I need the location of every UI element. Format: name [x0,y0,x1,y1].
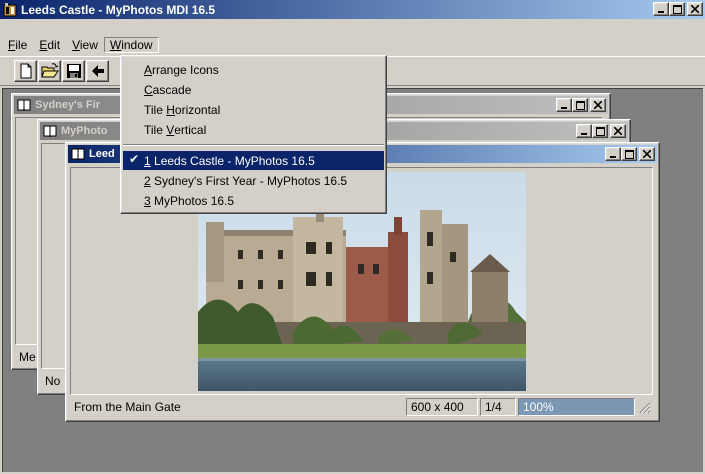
main-title-bar[interactable]: Leeds Castle - MyPhotos MDI 16.5 [0,0,705,19]
menu-item-window-1[interactable]: ✔ 1 Leeds Castle - MyPhotos 16.5 [123,151,384,170]
child-minimize-button[interactable] [556,98,572,112]
child-close-button[interactable] [610,124,626,138]
child-maximize-button[interactable] [572,98,588,112]
book-icon [70,146,86,162]
new-document-icon [20,63,31,79]
zoom-progress-label: 100% [523,400,554,414]
menu-file[interactable]: File [2,37,33,53]
menu-bar: File Edit View Window [0,35,705,55]
menu-item-cascade[interactable]: Cascade [123,80,384,99]
status-text-sydney: Me [19,350,36,364]
menu-item-arrange-icons[interactable]: Arrange Icons [123,60,384,79]
maximize-icon [575,100,585,110]
close-button[interactable] [687,2,703,16]
child-minimize-button[interactable] [605,147,621,161]
maximize-button[interactable] [669,2,685,16]
size-grip-icon[interactable] [637,400,651,414]
checkmark-icon: ✔ [129,152,140,166]
child-title-myphotos: MyPhoto [61,125,108,137]
menu-window[interactable]: Window [103,37,159,53]
menu-view[interactable]: View [66,37,104,53]
open-button[interactable] [38,60,61,82]
minimize-icon [610,156,616,158]
maximize-icon [624,149,634,159]
new-button[interactable] [14,60,37,82]
menu-edit[interactable]: Edit [33,37,66,53]
status-text-myphotos: No [45,374,61,388]
main-title: Leeds Castle - MyPhotos MDI 16.5 [21,2,216,17]
status-zoom-progress: 100% [518,398,635,416]
child-maximize-button[interactable] [621,147,637,161]
menu-item-window-2[interactable]: 2 Sydney's First Year - MyPhotos 16.5 [123,171,384,190]
close-icon [594,101,602,109]
maximize-icon [672,4,682,14]
save-disk-icon [66,64,81,78]
status-caption: From the Main Gate [74,400,181,414]
child-title-sydney: Sydney's Fir [35,99,100,111]
menu-item-tile-vertical[interactable]: Tile Vertical [123,120,384,139]
status-bar-leeds: From the Main Gate 600 x 400 1/4 100% [70,397,653,417]
window-menu-dropdown: Arrange Icons Cascade Tile Horizontal Ti… [120,55,387,214]
minimize-button[interactable] [653,2,669,16]
book-icon [42,123,58,139]
arrow-left-icon [91,65,104,77]
close-icon [614,127,622,135]
minimize-icon [581,133,587,135]
child-title-leeds: Leed [89,148,115,160]
menu-item-window-3[interactable]: 3 MyPhotos 16.5 [123,191,384,210]
minimize-icon [658,11,664,13]
close-icon [691,5,699,13]
menu-item-tile-horizontal[interactable]: Tile Horizontal [123,100,384,119]
minimize-icon [561,107,567,109]
child-maximize-button[interactable] [592,124,608,138]
book-icon [16,97,32,113]
child-minimize-button[interactable] [576,124,592,138]
app-icon[interactable] [2,2,18,18]
child-close-button[interactable] [639,147,655,161]
main-window: Leeds Castle - MyPhotos MDI 16.5 File Ed… [0,0,705,474]
close-icon [643,150,651,158]
save-button[interactable] [62,60,85,82]
maximize-icon [595,126,605,136]
child-close-button[interactable] [590,98,606,112]
status-image-index: 1/4 [480,398,516,416]
open-folder-icon [40,63,59,78]
previous-button[interactable] [86,60,109,82]
menu-separator [123,144,384,146]
status-image-size: 600 x 400 [406,398,478,416]
